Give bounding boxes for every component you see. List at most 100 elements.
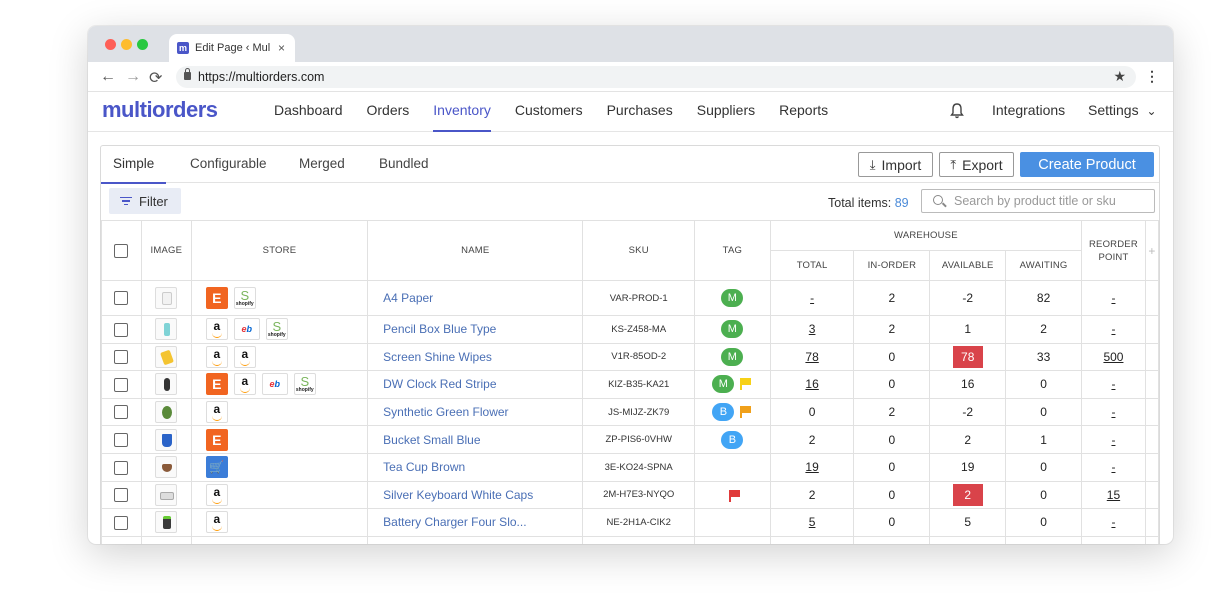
red-flag-icon[interactable] (729, 490, 741, 502)
total-link[interactable]: - (810, 291, 814, 305)
reorder-link[interactable]: 15 (1107, 488, 1120, 502)
row-checkbox[interactable] (114, 291, 128, 305)
row-checkbox[interactable] (114, 350, 128, 364)
browser-tab[interactable]: m Edit Page ‹ Mul × (169, 34, 295, 62)
add-column-icon[interactable]: + (1145, 221, 1158, 281)
awaiting-cell: 2 (1006, 316, 1082, 344)
product-name[interactable]: Bucket Small Blue (368, 426, 583, 454)
row-checkbox[interactable] (114, 516, 128, 530)
nav-purchases[interactable]: Purchases (595, 92, 685, 132)
product-thumbnail (155, 429, 177, 451)
table-row[interactable]: 🛒 Tea Cup Brown 3E-KO24-SPNA 19 0 19 0 - (102, 453, 1159, 481)
product-sku: V1R-85OD-2 (583, 343, 695, 371)
table-row[interactable]: E Bucket Small Blue ZP-PIS6-0VHW B 2 0 2… (102, 426, 1159, 454)
create-product-button[interactable]: Create Product (1020, 152, 1154, 177)
col-total[interactable]: TOTAL (770, 251, 854, 281)
row-checkbox[interactable] (114, 488, 128, 502)
orange-flag-icon[interactable] (740, 406, 752, 418)
tab-merged[interactable]: Merged (299, 146, 345, 183)
minimize-window-button[interactable] (121, 39, 132, 50)
row-select-cell (102, 398, 142, 426)
col-in-order[interactable]: IN-ORDER (854, 251, 930, 281)
tab-bundled[interactable]: Bundled (379, 146, 429, 183)
settings-menu[interactable]: Settings ⌄ (1088, 92, 1157, 132)
nav-suppliers[interactable]: Suppliers (685, 92, 767, 132)
import-button[interactable]: ⤓ Import (858, 152, 933, 177)
tag-badge[interactable]: M (721, 289, 743, 307)
nav-reports[interactable]: Reports (767, 92, 840, 132)
table-row[interactable]: EaebS DW Clock Red Stripe KIZ-B35-KA21 M… (102, 371, 1159, 399)
product-name[interactable]: Screen Shine Wipes (368, 343, 583, 371)
table-row[interactable]: a Battery Charger Four Slo... NE-2H1A-CI… (102, 509, 1159, 537)
tag-badge[interactable]: M (721, 348, 743, 366)
tag-badge[interactable]: B (712, 403, 734, 421)
yellow-flag-icon[interactable] (740, 378, 752, 390)
total-link[interactable]: 78 (805, 350, 818, 364)
col-reorder-point[interactable]: REORDER POINT (1082, 221, 1146, 281)
reorder-link[interactable]: - (1111, 515, 1115, 529)
product-name[interactable]: Tea Cup Brown (368, 453, 583, 481)
export-button[interactable]: ⤒ Export (939, 152, 1014, 177)
tab-close-icon[interactable]: × (278, 41, 285, 55)
maximize-window-button[interactable] (137, 39, 148, 50)
product-name[interactable]: A4 Paper (368, 281, 583, 316)
back-arrow-icon[interactable]: ← (100, 68, 116, 86)
total-link[interactable]: 5 (809, 515, 816, 529)
reorder-link[interactable]: - (1111, 460, 1115, 474)
tag-badge[interactable]: B (721, 431, 743, 449)
integrations-link[interactable]: Integrations (992, 92, 1065, 132)
col-store: STORE (191, 221, 367, 281)
col-awaiting[interactable]: AWAITING (1006, 251, 1082, 281)
nav-inventory[interactable]: Inventory (421, 92, 503, 132)
logo[interactable]: multiorders (102, 97, 218, 123)
reload-icon[interactable]: ⟳ (149, 68, 162, 88)
table-row[interactable]: a Synthetic Green Flower JS-MIJZ-ZK79 B … (102, 398, 1159, 426)
tag-badge[interactable]: M (721, 320, 743, 338)
table-row[interactable]: a Silver Keyboard White Caps 2M-H7E3-NYQ… (102, 481, 1159, 509)
total-link[interactable]: 16 (805, 377, 818, 391)
reorder-link[interactable]: - (1111, 405, 1115, 419)
col-available[interactable]: AVAILABLE (930, 251, 1006, 281)
tag-cell: B (695, 398, 771, 426)
search-input[interactable]: Search by product title or sku (921, 189, 1155, 213)
total-link[interactable]: 19 (805, 460, 818, 474)
total-link[interactable]: 3 (809, 322, 816, 336)
tab-simple[interactable]: Simple (113, 146, 154, 183)
col-name[interactable]: NAME (368, 221, 583, 281)
row-checkbox[interactable] (114, 433, 128, 447)
tag-badge[interactable]: M (712, 375, 734, 393)
product-name[interactable]: Battery Charger Four Slo... (368, 509, 583, 537)
bell-icon[interactable] (950, 103, 964, 119)
image-cell (141, 281, 191, 316)
forward-arrow-icon[interactable]: → (125, 68, 141, 86)
row-checkbox[interactable] (114, 405, 128, 419)
nav-orders[interactable]: Orders (355, 92, 422, 132)
product-name[interactable]: DW Clock Red Stripe (368, 371, 583, 399)
col-sku[interactable]: SKU (583, 221, 695, 281)
reorder-link[interactable]: - (1111, 291, 1115, 305)
row-checkbox[interactable] (114, 378, 128, 392)
table-row[interactable]: ES A4 Paper VAR-PROD-1 M - 2 -2 82 - (102, 281, 1159, 316)
nav-customers[interactable]: Customers (503, 92, 595, 132)
select-all-checkbox[interactable] (114, 244, 128, 258)
row-checkbox[interactable] (114, 323, 128, 337)
nav-dashboard[interactable]: Dashboard (262, 92, 355, 132)
row-checkbox[interactable] (114, 461, 128, 475)
product-name[interactable]: Pencil Box Blue Type (368, 316, 583, 344)
bookmark-star-icon[interactable]: ★ (1113, 68, 1126, 85)
product-sku: JS-MIJZ-ZK79 (583, 398, 695, 426)
reorder-link[interactable]: - (1111, 433, 1115, 447)
product-thumbnail (155, 373, 177, 395)
close-window-button[interactable] (105, 39, 116, 50)
filter-button[interactable]: Filter (109, 188, 181, 214)
reorder-link[interactable]: 500 (1103, 350, 1123, 364)
reorder-link[interactable]: - (1111, 377, 1115, 391)
product-name[interactable]: Synthetic Green Flower (368, 398, 583, 426)
url-field[interactable]: https://multiorders.com ★ (176, 66, 1136, 88)
table-row[interactable]: aa Screen Shine Wipes V1R-85OD-2 M 78 0 … (102, 343, 1159, 371)
browser-menu-icon[interactable]: ⋮ (1145, 68, 1159, 85)
reorder-link[interactable]: - (1111, 322, 1115, 336)
table-row[interactable]: aebS Pencil Box Blue Type KS-Z458-MA M 3… (102, 316, 1159, 344)
product-name[interactable]: Silver Keyboard White Caps (368, 481, 583, 509)
tab-configurable[interactable]: Configurable (190, 146, 267, 183)
